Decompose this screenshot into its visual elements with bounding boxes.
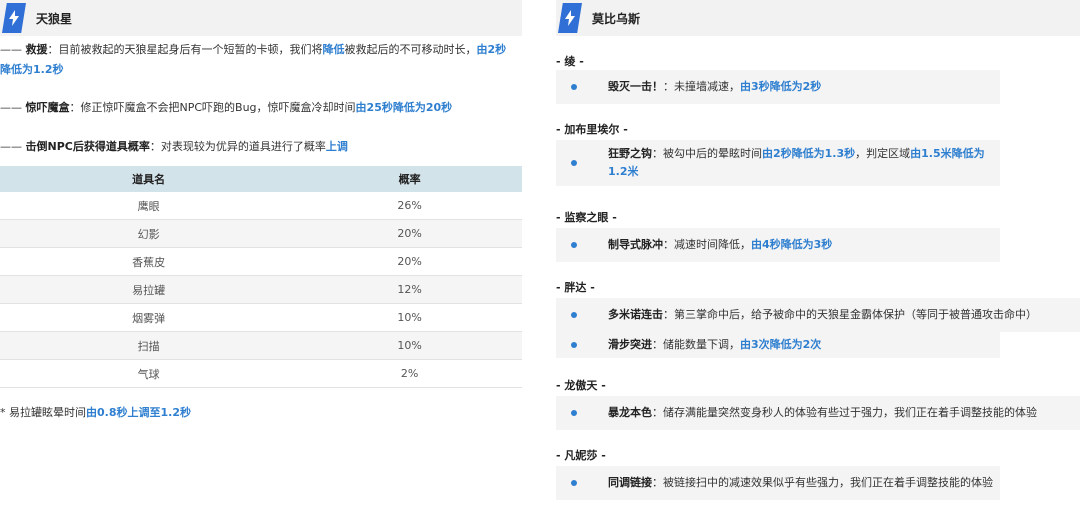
table-row: 幻影 20% [0,219,522,248]
table-row: 易拉罐 12% [0,275,522,304]
list-item: 毁灭一击！：未撞墙减速，由3秒降低为2秒 [556,70,1000,104]
bullet-dot-icon [571,84,577,90]
list-item: 狂野之钩：被勾中后的晕眩时间由2秒降低为1.3秒，判定区域由1.5米降低为 1.2… [556,140,1000,186]
bullet-dot-icon [571,342,577,348]
list-item: 制导式脉冲：减速时间降低，由4秒降低为3秒 [556,228,1000,262]
paragraph-scare-box: —— 惊吓魔盒：修正惊吓魔盒不会把NPC吓跑的Bug，惊吓魔盒冷却时间由25秒降… [0,101,453,114]
hero-name: - 绫 - [556,55,584,68]
table-row: 香蕉皮 20% [0,247,522,276]
list-item: 同调链接：被链接扫中的减速效果似乎有些强力，我们正在着手调整技能的体验 [556,466,1000,500]
table-row: 气球 2% [0,359,522,388]
table-row: 鹰眼 26% [0,192,522,220]
table-row: 烟雾弹 10% [0,303,522,332]
lightning-bolt-icon [558,3,582,33]
hero-name: - 监察之眼 - [556,211,617,224]
column-header-item-name: 道具名 [0,166,298,192]
lightning-bolt-icon [2,3,26,33]
item-probability-table: 道具名 概率 鹰眼 26% 幻影 20% 香蕉皮 20% 易拉罐 12% 烟雾弹 10% … [0,166,522,388]
bullet-dot-icon [571,160,577,166]
list-item: 暴龙本色：储存满能量突然变身秒人的体验有些过于强力，我们正在着手调整技能的体验 [556,396,1080,430]
list-item: 多米诺连击：第三掌命中后，给予被命中的天狼星金霸体保护（等同于被普通攻击命中） [556,298,1080,332]
bullet-dot-icon [571,410,577,416]
table-row: 扫描 10% [0,331,522,360]
list-item: 滑步突进：储能数量下调，由3次降低为2次 [556,332,1000,358]
paragraph-rescue: —— 救援：目前被救起的天狼星起身后有一个短暂的卡顿，我们将降低被救起后的不可移… [0,43,507,76]
column-header-probability: 概率 [297,166,522,192]
section-title: 天狼星 [36,11,73,26]
section-title: 莫比乌斯 [592,11,641,26]
hero-name: - 加布里埃尔 - [556,123,628,136]
hero-name: - 凡妮莎 - [556,449,606,462]
section-header-sirius: 天狼星 [0,0,522,36]
footnote: * 易拉罐眩晕时间由0.8秒上调至1.2秒 [0,406,191,419]
hero-name: - 龙傲天 - [556,379,606,392]
paragraph-item-probability: —— 击倒NPC后获得道具概率：对表现较为优异的道具进行了概率上调 [0,140,348,153]
hero-name: - 胖达 - [556,281,595,294]
bullet-dot-icon [571,312,577,318]
bullet-dot-icon [571,242,577,248]
bullet-dot-icon [571,480,577,486]
section-header-mobius: 莫比乌斯 [556,0,1080,36]
